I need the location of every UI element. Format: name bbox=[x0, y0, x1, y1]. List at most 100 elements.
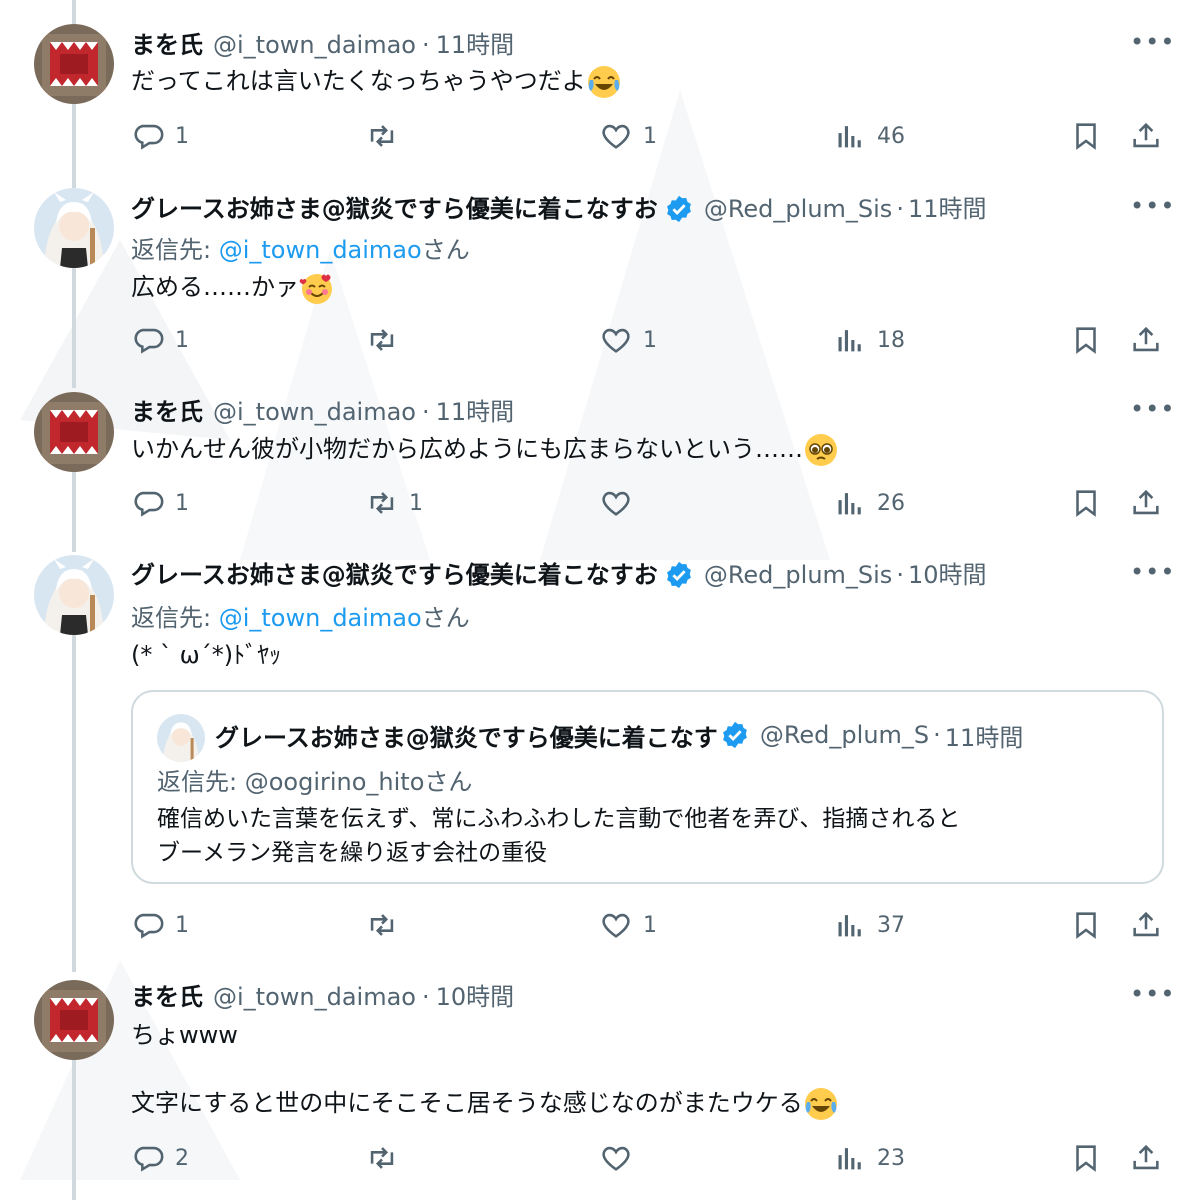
views-button[interactable]: 26 bbox=[833, 483, 905, 523]
face-with-tears-of-joy-icon bbox=[586, 64, 622, 100]
reply-icon bbox=[134, 1146, 164, 1172]
timestamp[interactable]: 10時間 bbox=[908, 560, 987, 590]
share-button[interactable] bbox=[1129, 116, 1163, 156]
reply-prefix: 返信先: bbox=[131, 604, 219, 632]
reply-button[interactable]: 1 bbox=[131, 905, 189, 945]
more-options-button[interactable]: ••• bbox=[1130, 28, 1174, 58]
reply-count: 2 bbox=[175, 1145, 189, 1171]
timestamp[interactable]: 10時間 bbox=[436, 982, 515, 1012]
view-count: 37 bbox=[877, 912, 905, 938]
share-button[interactable] bbox=[1129, 320, 1163, 360]
avatar[interactable] bbox=[34, 188, 114, 268]
separator-dot: · bbox=[933, 721, 941, 749]
reply-button[interactable]: 1 bbox=[131, 320, 189, 360]
view-count: 26 bbox=[877, 490, 905, 516]
reply-context: 返信先: @i_town_daimaoさん bbox=[131, 230, 470, 265]
analytics-icon bbox=[838, 126, 861, 148]
user-handle[interactable]: @Red_plum_Sis bbox=[704, 194, 893, 224]
more-options-button[interactable]: ••• bbox=[1130, 980, 1174, 1010]
separator-dot: · bbox=[421, 31, 430, 59]
tweet-text: (* ` ω´*)ﾄﾞﾔｯ bbox=[131, 641, 282, 669]
reply-button[interactable]: 1 bbox=[131, 116, 189, 156]
like-button[interactable]: 1 bbox=[599, 905, 657, 945]
tweet[interactable]: グレースお姉さま@獄炎ですら優美に着こなすお @Red_plum_Sis · 1… bbox=[0, 180, 1200, 380]
bookmark-button[interactable] bbox=[1069, 1138, 1103, 1178]
quoted-timestamp: 11時間 bbox=[944, 723, 1024, 752]
tweet-text: だってこれは言いたくなっちゃうやつだよ bbox=[131, 64, 1151, 100]
like-button[interactable] bbox=[599, 1138, 643, 1178]
retweet-icon bbox=[370, 492, 394, 514]
bookmark-button[interactable] bbox=[1069, 320, 1103, 360]
timestamp[interactable]: 11時間 bbox=[436, 30, 515, 60]
retweet-button[interactable] bbox=[365, 905, 409, 945]
timestamp[interactable]: 11時間 bbox=[436, 397, 515, 427]
tweet[interactable]: まを氏 @i_town_daimao · 11時間 ••• だってこれは言いたく… bbox=[0, 0, 1200, 180]
reply-suffix: さん bbox=[421, 236, 470, 264]
analytics-icon bbox=[838, 915, 861, 937]
more-options-button[interactable]: ••• bbox=[1130, 395, 1174, 425]
views-button[interactable]: 18 bbox=[833, 320, 905, 360]
user-handle[interactable]: @i_town_daimao bbox=[213, 982, 416, 1012]
tweet-text: 広める……かァ bbox=[131, 270, 1151, 306]
like-count: 1 bbox=[643, 327, 657, 353]
display-name[interactable]: まを氏 bbox=[131, 397, 203, 427]
verified-badge-icon bbox=[664, 560, 694, 590]
bookmark-icon bbox=[1076, 123, 1096, 150]
avatar[interactable] bbox=[34, 555, 114, 635]
quoted-avatar[interactable] bbox=[157, 714, 205, 762]
user-handle[interactable]: @i_town_daimao bbox=[213, 30, 416, 60]
user-handle[interactable]: @Red_plum_Sis bbox=[704, 560, 893, 590]
heart-icon bbox=[602, 328, 630, 353]
display-name[interactable]: グレースお姉さま@獄炎ですら優美に着こなすお bbox=[131, 560, 658, 590]
reply-button[interactable]: 1 bbox=[131, 483, 189, 523]
analytics-icon bbox=[838, 1148, 861, 1170]
retweet-button[interactable] bbox=[365, 116, 409, 156]
share-button[interactable] bbox=[1129, 1138, 1163, 1178]
display-name[interactable]: まを氏 bbox=[131, 30, 203, 60]
avatar[interactable] bbox=[34, 980, 114, 1060]
view-count: 18 bbox=[877, 327, 905, 353]
views-button[interactable]: 46 bbox=[833, 116, 905, 156]
reply-mention-link[interactable]: @i_town_daimao bbox=[219, 236, 422, 264]
verified-badge-icon bbox=[664, 194, 694, 224]
tweet-text-content: 広める……かァ bbox=[131, 273, 299, 301]
reply-icon bbox=[134, 491, 164, 517]
display-name[interactable]: グレースお姉さま@獄炎ですら優美に着こなすお bbox=[131, 194, 658, 224]
reply-mention-link[interactable]: @i_town_daimao bbox=[219, 604, 422, 632]
like-button[interactable] bbox=[599, 483, 643, 523]
retweet-button[interactable] bbox=[365, 1138, 409, 1178]
view-count: 23 bbox=[877, 1145, 905, 1171]
like-button[interactable]: 1 bbox=[599, 116, 657, 156]
share-button[interactable] bbox=[1129, 483, 1163, 523]
display-name[interactable]: まを氏 bbox=[131, 982, 203, 1012]
reply-button[interactable]: 2 bbox=[131, 1138, 189, 1178]
retweet-button[interactable]: 1 bbox=[365, 483, 423, 523]
quoted-text-line: ブーメラン発言を繰り返す会社の重役 bbox=[157, 840, 548, 866]
views-button[interactable]: 37 bbox=[833, 905, 905, 945]
tweet[interactable]: グレースお姉さま@獄炎ですら優美に着こなすお @Red_plum_Sis · 1… bbox=[0, 550, 1200, 970]
user-handle[interactable]: @i_town_daimao bbox=[213, 397, 416, 427]
reply-count: 1 bbox=[175, 327, 189, 353]
timestamp[interactable]: 11時間 bbox=[908, 194, 987, 224]
retweet-button[interactable] bbox=[365, 320, 409, 360]
like-button[interactable]: 1 bbox=[599, 320, 657, 360]
tweet[interactable]: まを氏 @i_town_daimao · 10時間 ••• ちょwww 文字にす… bbox=[0, 970, 1200, 1200]
bookmark-button[interactable] bbox=[1069, 483, 1103, 523]
reply-count: 1 bbox=[175, 490, 189, 516]
tweet[interactable]: まを氏 @i_town_daimao · 11時間 ••• いかんせん彼が小物だ… bbox=[0, 380, 1200, 550]
reply-context: 返信先: @i_town_daimaoさん bbox=[131, 598, 470, 633]
tweet-text: いかんせん彼が小物だから広めようにも広まらないという…… bbox=[131, 432, 1151, 468]
bookmark-button[interactable] bbox=[1069, 116, 1103, 156]
views-button[interactable]: 23 bbox=[833, 1138, 905, 1178]
more-options-button[interactable]: ••• bbox=[1130, 192, 1174, 222]
more-options-button[interactable]: ••• bbox=[1130, 558, 1174, 588]
avatar[interactable] bbox=[34, 24, 114, 104]
smiling-face-with-hearts-icon bbox=[299, 270, 335, 306]
separator-dot: · bbox=[896, 195, 904, 223]
pleading-face-icon bbox=[803, 432, 839, 468]
avatar[interactable] bbox=[34, 392, 114, 472]
share-button[interactable] bbox=[1129, 905, 1163, 945]
quoted-tweet[interactable]: グレースお姉さま@獄炎ですら優美に着こなす @Red_plum_S · 11時間… bbox=[131, 690, 1164, 884]
bookmark-button[interactable] bbox=[1069, 905, 1103, 945]
reply-icon bbox=[134, 124, 164, 150]
